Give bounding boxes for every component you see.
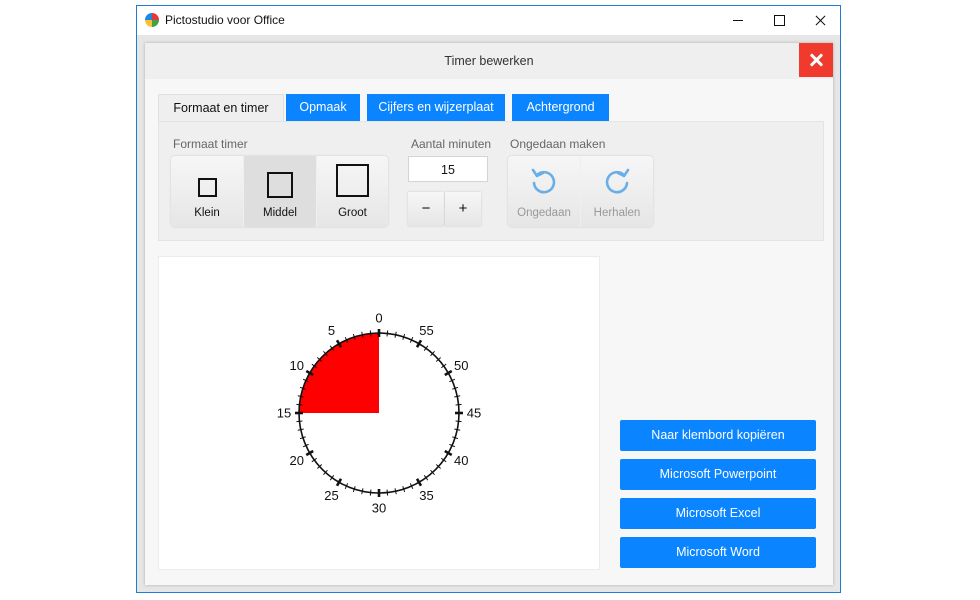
major-tick bbox=[335, 478, 343, 487]
word-button[interactable]: Microsoft Word bbox=[620, 537, 816, 568]
dial-label: 55 bbox=[419, 323, 433, 338]
close-icon bbox=[810, 54, 822, 66]
minor-tick bbox=[296, 420, 303, 423]
undo-section-label: Ongedaan maken bbox=[510, 137, 606, 151]
major-tick bbox=[444, 369, 453, 377]
minor-tick bbox=[296, 403, 303, 406]
dial-label: 15 bbox=[277, 406, 291, 421]
dial-label: 30 bbox=[372, 501, 386, 516]
undo-button[interactable]: Ongedaan bbox=[508, 156, 580, 227]
increase-minutes-button[interactable]: + bbox=[445, 192, 481, 226]
tab-opmaak[interactable]: Opmaak bbox=[286, 94, 360, 121]
redo-button[interactable]: Herhalen bbox=[581, 156, 653, 227]
dialog-close-button[interactable] bbox=[799, 43, 833, 77]
redo-label: Herhalen bbox=[593, 207, 641, 219]
dial-label: 10 bbox=[289, 358, 303, 373]
timer-dialog: Timer bewerken Formaat en timer Opmaak C… bbox=[145, 43, 833, 585]
close-icon bbox=[815, 15, 826, 26]
dial-label: 5 bbox=[328, 323, 335, 338]
undo-button-group: Ongedaan Herhalen bbox=[508, 156, 653, 227]
major-tick bbox=[415, 339, 423, 348]
minor-tick bbox=[454, 395, 461, 398]
undo-label: Ongedaan bbox=[517, 207, 571, 219]
dialog-title: Timer bewerken bbox=[145, 43, 833, 79]
size-large-button[interactable]: Groot bbox=[317, 156, 388, 227]
dial-label: 35 bbox=[419, 488, 433, 503]
minimize-button[interactable] bbox=[717, 6, 759, 35]
maximize-icon bbox=[773, 15, 785, 26]
medium-square-icon bbox=[267, 172, 293, 198]
dial-label: 50 bbox=[454, 358, 468, 373]
title-bar: Pictostudio voor Office bbox=[137, 6, 840, 35]
redo-icon bbox=[605, 168, 630, 194]
size-medium-button[interactable]: Middel bbox=[244, 156, 316, 227]
small-square-icon bbox=[198, 178, 217, 197]
minor-tick bbox=[386, 330, 389, 337]
app-window: Pictostudio voor Office Timer bewerken F… bbox=[136, 5, 841, 593]
window-title: Pictostudio voor Office bbox=[165, 13, 285, 27]
minor-tick bbox=[455, 403, 462, 406]
format-label: Formaat timer bbox=[173, 137, 248, 151]
minor-tick bbox=[455, 420, 462, 423]
copy-to-clipboard-button[interactable]: Naar klembord kopiëren bbox=[620, 420, 816, 451]
minor-tick bbox=[454, 428, 461, 431]
major-tick bbox=[415, 478, 423, 487]
size-small-label: Klein bbox=[194, 207, 220, 219]
minor-tick bbox=[361, 488, 364, 495]
tab-cijfers-en-wijzerplaat[interactable]: Cijfers en wijzerplaat bbox=[367, 94, 505, 121]
minor-tick bbox=[394, 488, 397, 495]
size-large-label: Groot bbox=[338, 207, 367, 219]
size-small-button[interactable]: Klein bbox=[171, 156, 243, 227]
minutes-input[interactable]: 15 bbox=[408, 156, 488, 182]
major-tick bbox=[305, 449, 314, 457]
minor-tick bbox=[297, 428, 304, 431]
dial-label: 25 bbox=[324, 488, 338, 503]
timer-preview: 0 5 10 15 20 25 30 35 40 45 50 55 bbox=[158, 256, 600, 570]
tab-achtergrond[interactable]: Achtergrond bbox=[512, 94, 609, 121]
minutes-label: Aantal minuten bbox=[411, 137, 492, 151]
minor-tick bbox=[369, 330, 372, 337]
dial-label: 0 bbox=[375, 311, 382, 326]
minor-tick bbox=[386, 489, 389, 496]
dial-label: 45 bbox=[467, 406, 481, 421]
undo-icon bbox=[531, 168, 556, 194]
minor-tick bbox=[369, 489, 372, 496]
timer-dial: 0 5 10 15 20 25 30 35 40 45 50 55 bbox=[277, 311, 481, 516]
settings-panel: Formaat timer Klein Middel Groot Aantal … bbox=[158, 121, 824, 241]
dial-label: 40 bbox=[454, 453, 468, 468]
excel-button[interactable]: Microsoft Excel bbox=[620, 498, 816, 529]
size-medium-label: Middel bbox=[263, 207, 297, 219]
dial-label: 20 bbox=[289, 453, 303, 468]
close-window-button[interactable] bbox=[799, 6, 841, 35]
tab-formaat-en-timer[interactable]: Formaat en timer bbox=[158, 94, 284, 122]
size-button-group: Klein Middel Groot bbox=[171, 156, 388, 227]
minimize-icon bbox=[733, 20, 743, 21]
decrease-minutes-button[interactable]: − bbox=[408, 192, 444, 226]
large-square-icon bbox=[336, 164, 369, 197]
major-tick bbox=[444, 449, 453, 457]
powerpoint-button[interactable]: Microsoft Powerpoint bbox=[620, 459, 816, 490]
minor-tick bbox=[394, 331, 397, 338]
app-logo-icon bbox=[145, 13, 159, 27]
maximize-button[interactable] bbox=[758, 6, 800, 35]
